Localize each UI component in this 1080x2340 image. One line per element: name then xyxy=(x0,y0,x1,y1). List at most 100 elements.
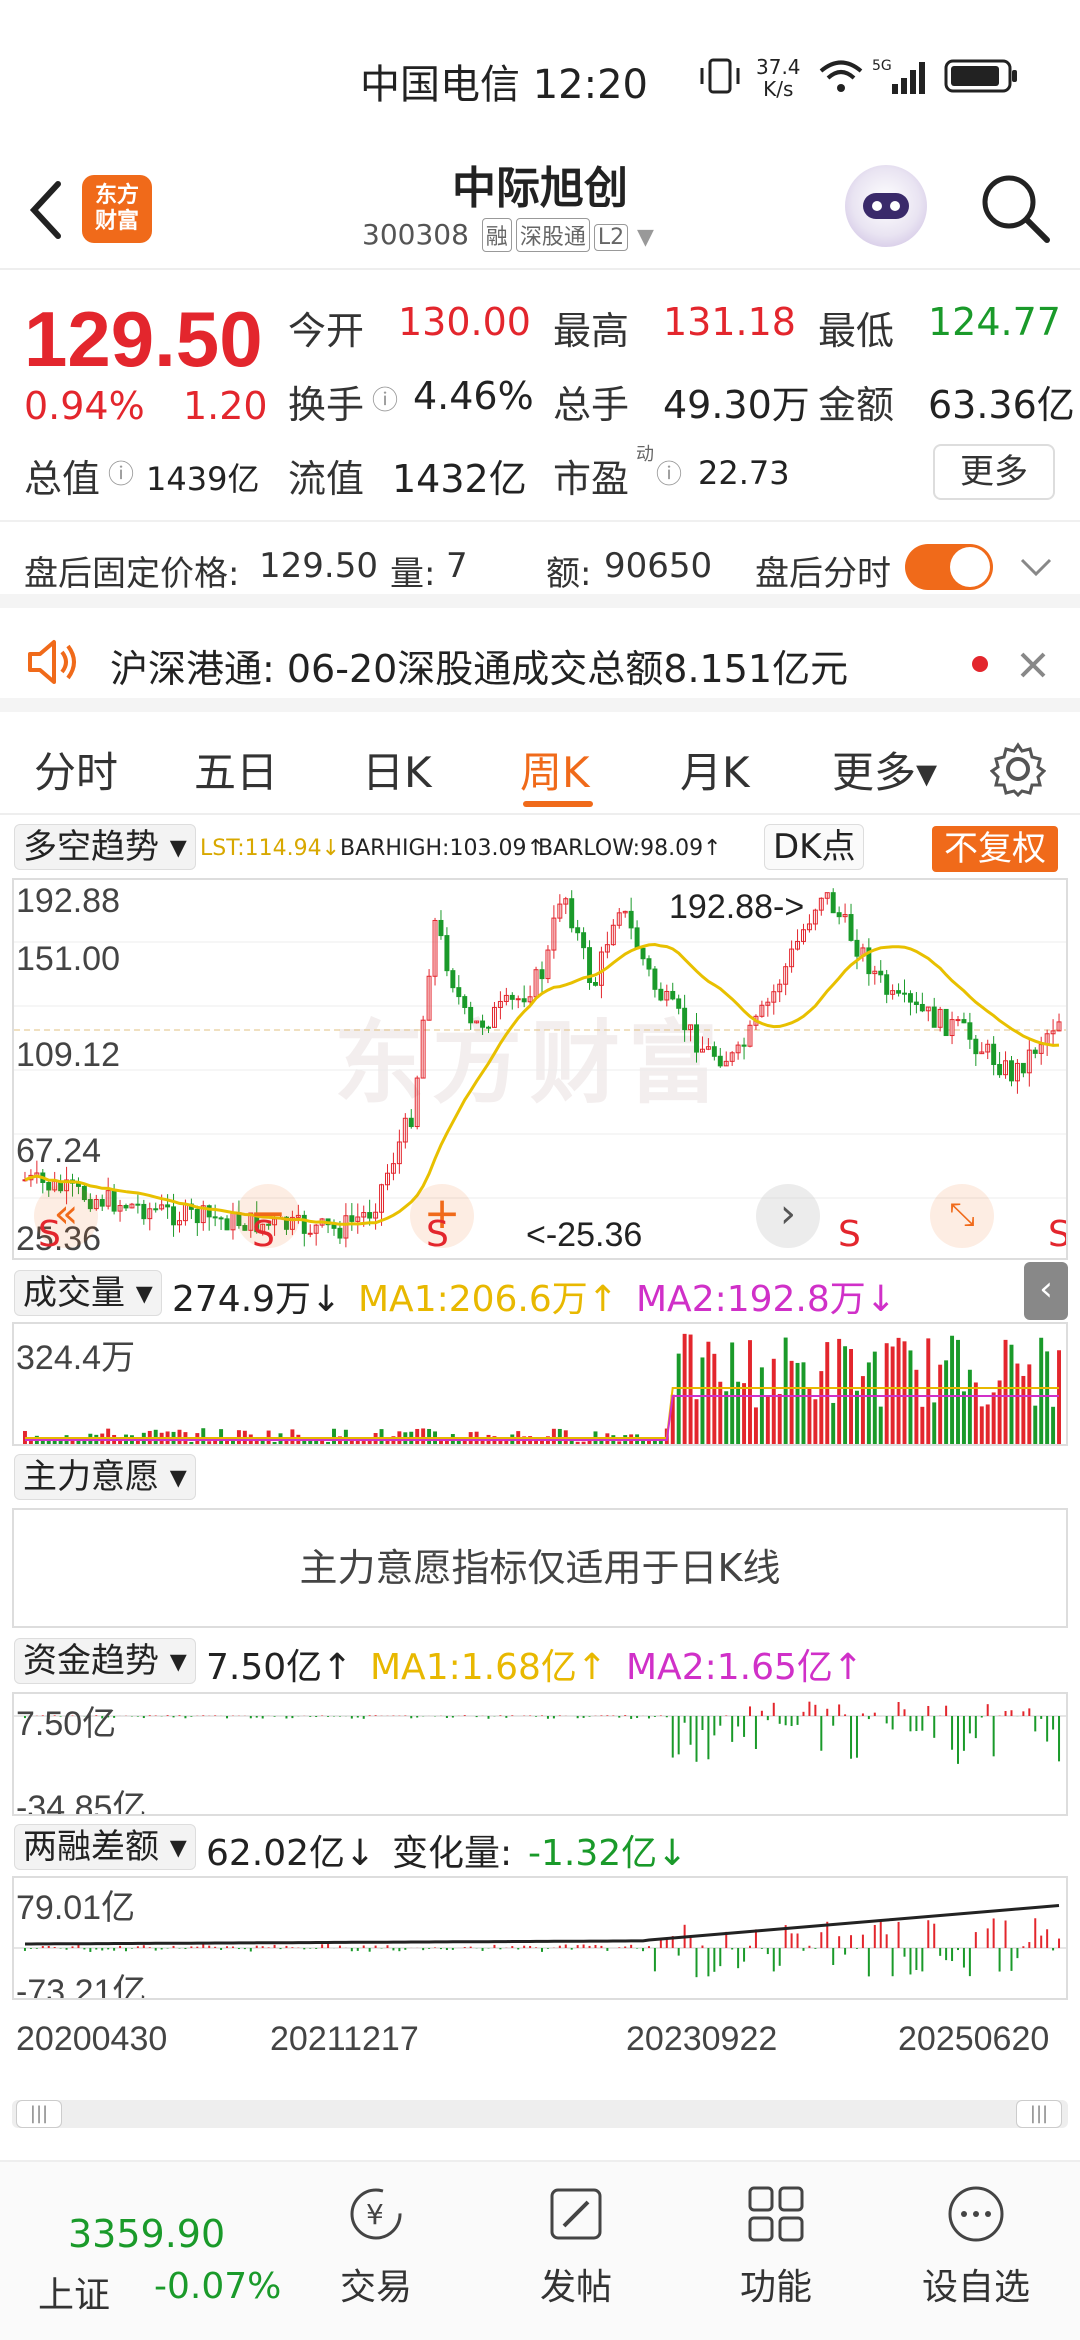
active-tab-indicator xyxy=(523,801,593,807)
fund-trend-indicator-select[interactable]: 资金趋势 ▾ xyxy=(14,1638,196,1684)
margin-y-bottom: -73.21亿 xyxy=(16,1973,147,2000)
tab-five-day[interactable]: 五日 xyxy=(194,739,278,800)
candle-body xyxy=(878,970,884,976)
range-slider-track[interactable] xyxy=(12,2100,1068,2128)
pe-dynamic-mark: 动 xyxy=(636,444,654,465)
fullscreen-icon[interactable]: ⤡ xyxy=(930,1184,994,1248)
candle-body xyxy=(301,1214,307,1234)
volume-bar xyxy=(367,1440,372,1444)
tab-monthly-k[interactable]: 月K xyxy=(680,739,750,800)
index-name[interactable]: 上证 xyxy=(38,2266,110,2318)
grid-icon xyxy=(748,2186,804,2242)
volume-bar xyxy=(831,1402,836,1444)
chevron-down-icon[interactable] xyxy=(1016,552,1056,580)
volume-bar xyxy=(765,1396,770,1444)
volume-bar xyxy=(866,1362,871,1444)
tab-intraday[interactable]: 分时 xyxy=(34,739,118,800)
candle-body xyxy=(218,1217,224,1220)
assistant-robot-icon[interactable] xyxy=(845,165,927,247)
nav-watchlist[interactable]: 设自选 xyxy=(896,2182,1056,2310)
candle-body xyxy=(836,912,842,918)
volume-bar xyxy=(724,1391,729,1444)
candle-body xyxy=(165,1204,171,1208)
dropdown-icon[interactable]: ▼ xyxy=(637,225,654,250)
nav-functions[interactable]: 功能 xyxy=(696,2182,856,2310)
volume-bar xyxy=(896,1337,901,1444)
last-price: 129.50 xyxy=(24,295,263,383)
candle-body xyxy=(658,988,664,1001)
carrier-time: 中国电信 12:20 xyxy=(360,62,648,108)
candlestick-chart[interactable]: 东方财富 192.88 151.00 109.12 67.24 25.36 19… xyxy=(12,878,1068,1260)
candle-body xyxy=(521,998,527,1003)
volume-bar xyxy=(272,1441,277,1444)
candle-body xyxy=(848,914,854,941)
tab-weekly-k[interactable]: 周K xyxy=(520,739,590,800)
candle-body xyxy=(652,968,658,990)
ticker-text: 沪深港通: 06-20深股通成交总额8.151亿元 xyxy=(110,647,849,691)
range-slider-right-handle[interactable]: ||| xyxy=(1016,2100,1062,2128)
candle-body xyxy=(408,1117,414,1128)
main-indicator-select[interactable]: 多空趋势 ▾ xyxy=(14,824,196,870)
after-hours-toggle[interactable] xyxy=(905,544,993,590)
candle-body xyxy=(486,1026,491,1029)
scroll-right-button[interactable]: › xyxy=(756,1184,820,1248)
candle-body xyxy=(539,969,545,980)
volume-bar xyxy=(355,1440,360,1444)
fund-trend-chart[interactable]: 7.50亿 -34.85亿 xyxy=(12,1692,1068,1816)
info-icon[interactable]: ⓘ xyxy=(372,380,398,417)
volume-bar xyxy=(730,1342,735,1444)
volume-bar xyxy=(70,1440,75,1444)
y-label-max: 192.88 xyxy=(16,882,120,920)
volume-bar xyxy=(967,1369,972,1444)
volume-bar xyxy=(855,1390,859,1444)
tab-more[interactable]: 更多▾ xyxy=(832,739,937,800)
index-change[interactable]: -0.07% xyxy=(154,2266,281,2307)
collapse-panel-button[interactable]: ‹ xyxy=(1024,1262,1068,1320)
close-icon[interactable] xyxy=(1018,650,1048,680)
tab-daily-k[interactable]: 日K xyxy=(362,739,432,800)
margin-change-label: 变化量: xyxy=(392,1833,513,1874)
candle-body xyxy=(1032,1049,1038,1054)
nav-post[interactable]: 发帖 xyxy=(496,2182,656,2310)
volume-bar xyxy=(676,1353,681,1444)
volume-bar xyxy=(700,1357,705,1444)
signal-s: S xyxy=(838,1214,861,1255)
nav-trade[interactable]: ¥ 交易 xyxy=(296,2182,456,2310)
candle-body xyxy=(135,1203,141,1206)
candle-body xyxy=(682,1007,688,1031)
margin-diff-chart[interactable]: 79.01亿 -73.21亿 xyxy=(12,1876,1068,2000)
search-icon[interactable] xyxy=(975,168,1055,248)
high-label: 最高 xyxy=(553,309,630,353)
gear-icon[interactable] xyxy=(990,741,1046,797)
index-value[interactable]: 3359.90 xyxy=(68,2212,225,2256)
candle-body xyxy=(1009,1060,1014,1082)
tag-margin: 融 xyxy=(481,218,512,252)
volume-bar xyxy=(581,1441,586,1444)
total-mv-value: 1439亿 xyxy=(146,460,260,498)
stock-code-row: 300308 融深股通 L2 ▼ xyxy=(362,218,654,252)
tag-connect: 深股通 xyxy=(515,218,590,252)
candle-body xyxy=(438,919,444,937)
volume-bar xyxy=(682,1333,687,1444)
info-icon[interactable]: ⓘ xyxy=(656,454,682,491)
volume-bar xyxy=(860,1376,865,1444)
volume-y-label: 324.4万 xyxy=(16,1339,136,1377)
margin-indicator-select[interactable]: 两融差额 ▾ xyxy=(14,1824,196,1870)
volume-chart[interactable]: 324.4万 xyxy=(12,1322,1068,1446)
range-slider-left-handle[interactable]: ||| xyxy=(16,2100,62,2128)
pe-value: 22.73 xyxy=(698,454,790,492)
adjust-button[interactable]: 不复权 xyxy=(932,826,1058,872)
news-ticker[interactable]: 沪深港通: 06-20深股通成交总额8.151亿元 xyxy=(0,612,1080,712)
volume-bar xyxy=(872,1351,877,1444)
volume-indicator-select[interactable]: 成交量 ▾ xyxy=(14,1270,162,1316)
candle-body xyxy=(907,993,913,1003)
main-force-indicator-select[interactable]: 主力意愿 ▾ xyxy=(14,1454,196,1500)
candle-body xyxy=(349,1215,355,1222)
info-icon[interactable]: ⓘ xyxy=(108,454,134,491)
open-value: 130.00 xyxy=(398,300,531,344)
volume-bar xyxy=(961,1391,966,1444)
wifi-icon xyxy=(819,60,863,92)
more-button[interactable]: 更多 xyxy=(933,444,1055,500)
dk-point-button[interactable]: DK点 xyxy=(764,824,865,870)
volume-bar xyxy=(736,1381,741,1444)
